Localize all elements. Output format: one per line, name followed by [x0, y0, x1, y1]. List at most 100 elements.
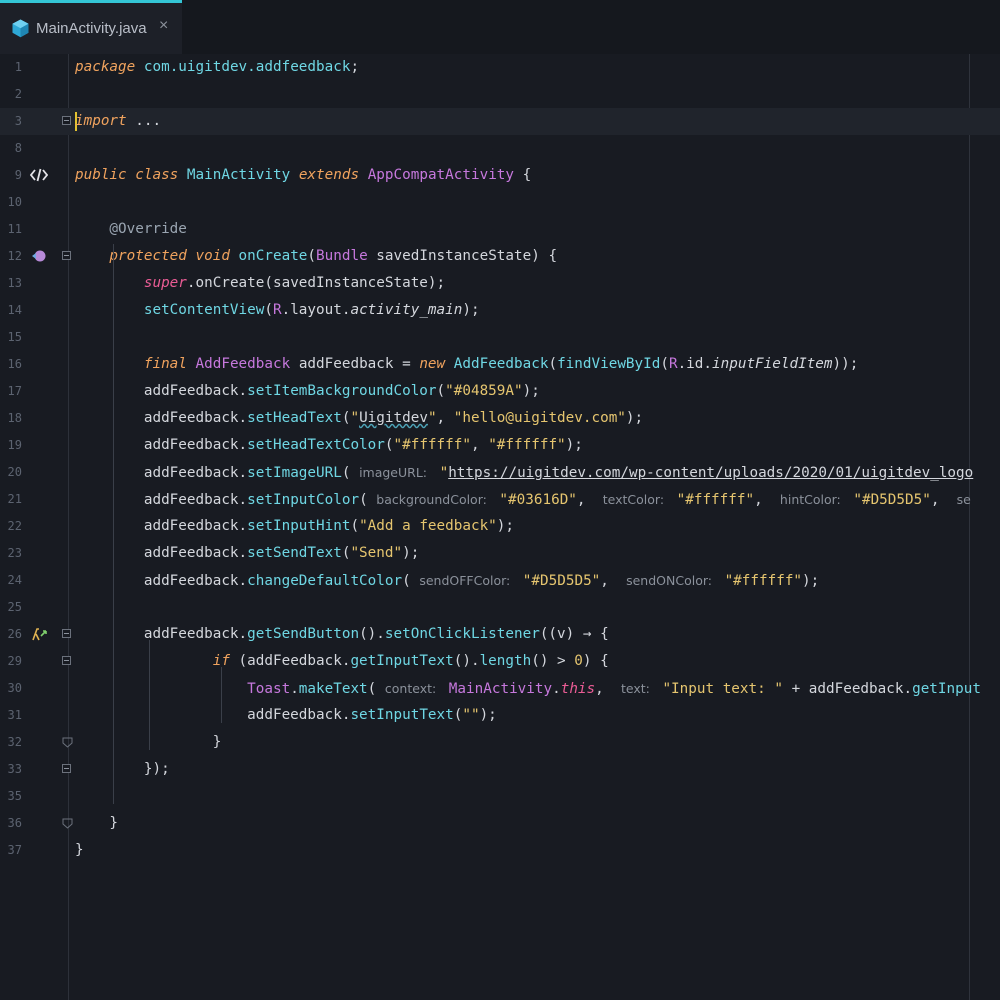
code-line[interactable]: 1 package com.uigitdev.addfeedback; [0, 54, 1000, 81]
code-token: setSendText [247, 545, 342, 561]
code-text[interactable]: addFeedback.setSendText("Send"); [75, 540, 419, 567]
code-text[interactable]: addFeedback.setHeadTextColor("#ffffff", … [75, 432, 583, 459]
code-token: { [514, 167, 532, 183]
fold-end-icon[interactable] [62, 818, 73, 829]
code-token: "#ffffff" [393, 437, 471, 453]
code-text[interactable]: public class MainActivity extends AppCom… [75, 162, 531, 189]
indent-guide [113, 244, 114, 804]
code-line[interactable]: 21 addFeedback.setInputColor( background… [0, 486, 1000, 513]
code-text[interactable]: addFeedback.setInputColor( backgroundCol… [75, 486, 971, 514]
code-text[interactable]: package com.uigitdev.addfeedback; [75, 54, 368, 81]
code-line[interactable]: 18 addFeedback.setHeadText("Uigitdev", "… [0, 405, 1000, 432]
code-line[interactable]: 19 addFeedback.setHeadTextColor("#ffffff… [0, 432, 1000, 459]
code-line[interactable]: 36 } [0, 810, 1000, 837]
code-token: this [560, 681, 596, 697]
code-token: AddFeedback [453, 356, 549, 372]
code-text[interactable]: @Override [75, 216, 186, 243]
code-token: setInputColor [247, 492, 360, 508]
code-line[interactable]: 12 protected void onCreate(Bundle savedI… [0, 243, 1000, 270]
lambda-implements-icon[interactable] [30, 626, 48, 642]
code-line[interactable]: 37} [0, 837, 1000, 864]
code-line[interactable]: 25 [0, 594, 1000, 621]
code-line[interactable]: 2 [0, 81, 1000, 108]
code-text[interactable]: } [75, 837, 84, 864]
code-token: changeDefaultColor [247, 573, 403, 589]
line-number: 23 [7, 546, 22, 560]
code-editor[interactable]: 1 package com.uigitdev.addfeedback; 2 3 imp… [0, 54, 1000, 1000]
fold-toggle-icon[interactable] [62, 656, 71, 665]
fold-toggle-icon[interactable] [62, 629, 71, 638]
line-number: 35 [7, 789, 22, 803]
code-line[interactable]: 35 [0, 783, 1000, 810]
code-text[interactable]: addFeedback.getSendButton().setOnClickLi… [75, 621, 609, 648]
tab-close-icon[interactable]: × [159, 17, 168, 35]
code-line[interactable]: 33 }); [0, 756, 1000, 783]
line-number: 13 [7, 276, 22, 290]
code-line[interactable]: 23 addFeedback.setSendText("Send"); [0, 540, 1000, 567]
code-line[interactable]: 30 Toast.makeText( context: MainActivity… [0, 675, 1000, 702]
code-text[interactable]: Toast.makeText( context: MainActivity.th… [75, 675, 981, 703]
code-text[interactable]: import ... [75, 108, 161, 135]
code-text[interactable]: }); [75, 756, 170, 783]
line-number: 19 [7, 438, 22, 452]
parameter-hint: context: [384, 681, 441, 696]
code-text[interactable]: setContentView(R.layout.activity_main); [75, 297, 480, 324]
code-token: findViewById [557, 356, 661, 372]
code-text[interactable]: addFeedback.setItemBackgroundColor("#048… [75, 378, 540, 405]
code-token: setInputText [350, 707, 454, 723]
code-token: ); [496, 518, 515, 534]
code-line[interactable]: 32 } [0, 729, 1000, 756]
code-line[interactable]: 8 [0, 135, 1000, 162]
code-token: (). [359, 626, 385, 642]
code-line[interactable]: 9 public class MainActivity extends AppCo… [0, 162, 1000, 189]
fold-toggle-icon[interactable] [62, 116, 71, 125]
code-text[interactable]: addFeedback.setImageURL( imageURL: "http… [75, 459, 973, 487]
code-token: public class [75, 167, 187, 183]
code-token: https://uigitdev.com/wp-content/uploads/… [448, 465, 974, 481]
code-text[interactable]: addFeedback.setInputText(""); [75, 702, 497, 729]
code-token: ( [402, 573, 420, 589]
code-text[interactable]: if (addFeedback.getInputText().length() … [75, 648, 609, 675]
code-line[interactable]: 10 [0, 189, 1000, 216]
code-token: , [436, 410, 454, 426]
override-method-icon[interactable] [30, 248, 48, 264]
code-line[interactable]: 11 @Override [0, 216, 1000, 243]
code-token: "#04859A" [445, 383, 523, 399]
indent-guide [149, 640, 150, 750]
fold-end-icon[interactable] [62, 737, 73, 748]
code-text[interactable]: addFeedback.setInputHint("Add a feedback… [75, 513, 514, 540]
code-line[interactable]: 14 setContentView(R.layout.activity_main… [0, 297, 1000, 324]
code-text[interactable]: final AddFeedback addFeedback = new AddF… [75, 351, 859, 378]
code-token: } [75, 842, 84, 858]
code-line[interactable]: 24 addFeedback.changeDefaultColor( sendO… [0, 567, 1000, 594]
code-line[interactable]: 13 super.onCreate(savedInstanceState); [0, 270, 1000, 297]
fold-toggle-icon[interactable] [62, 764, 71, 773]
code-line[interactable]: 20 addFeedback.setImageURL( imageURL: "h… [0, 459, 1000, 486]
code-token: "Input text: " [653, 681, 783, 697]
code-text[interactable]: addFeedback.changeDefaultColor( sendOFFC… [75, 567, 819, 595]
code-line[interactable]: 17 addFeedback.setItemBackgroundColor("#… [0, 378, 1000, 405]
code-text[interactable]: super.onCreate(savedInstanceState); [75, 270, 445, 297]
code-text[interactable]: addFeedback.setHeadText("Uigitdev", "hel… [75, 405, 643, 432]
code-token: addFeedback. [75, 573, 248, 589]
code-line[interactable]: 29 if (addFeedback.getInputText().length… [0, 648, 1000, 675]
code-line[interactable]: 16 final AddFeedback addFeedback = new A… [0, 351, 1000, 378]
tab-main-activity[interactable]: MainActivity.java × [0, 0, 182, 54]
code-token: R [668, 356, 678, 372]
code-token: . [290, 681, 299, 697]
code-text[interactable]: protected void onCreate(Bundle savedInst… [75, 243, 557, 270]
code-line[interactable]: 31 addFeedback.setInputText(""); [0, 702, 1000, 729]
code-line[interactable]: 3 import ... [0, 108, 1000, 135]
parameter-hint: se [956, 492, 971, 507]
code-token: , [600, 573, 627, 589]
line-number: 30 [7, 681, 22, 695]
parameter-hint: imageURL: [359, 465, 431, 480]
code-tag-icon[interactable] [30, 167, 48, 183]
code-line[interactable]: 22 addFeedback.setInputHint("Add a feedb… [0, 513, 1000, 540]
code-line[interactable]: 26 addFeedback.getSendButton().setOnClic… [0, 621, 1000, 648]
line-number: 29 [7, 654, 22, 668]
code-text[interactable]: } [75, 810, 118, 837]
code-token: , [576, 492, 603, 508]
fold-toggle-icon[interactable] [62, 251, 71, 260]
code-line[interactable]: 15 [0, 324, 1000, 351]
